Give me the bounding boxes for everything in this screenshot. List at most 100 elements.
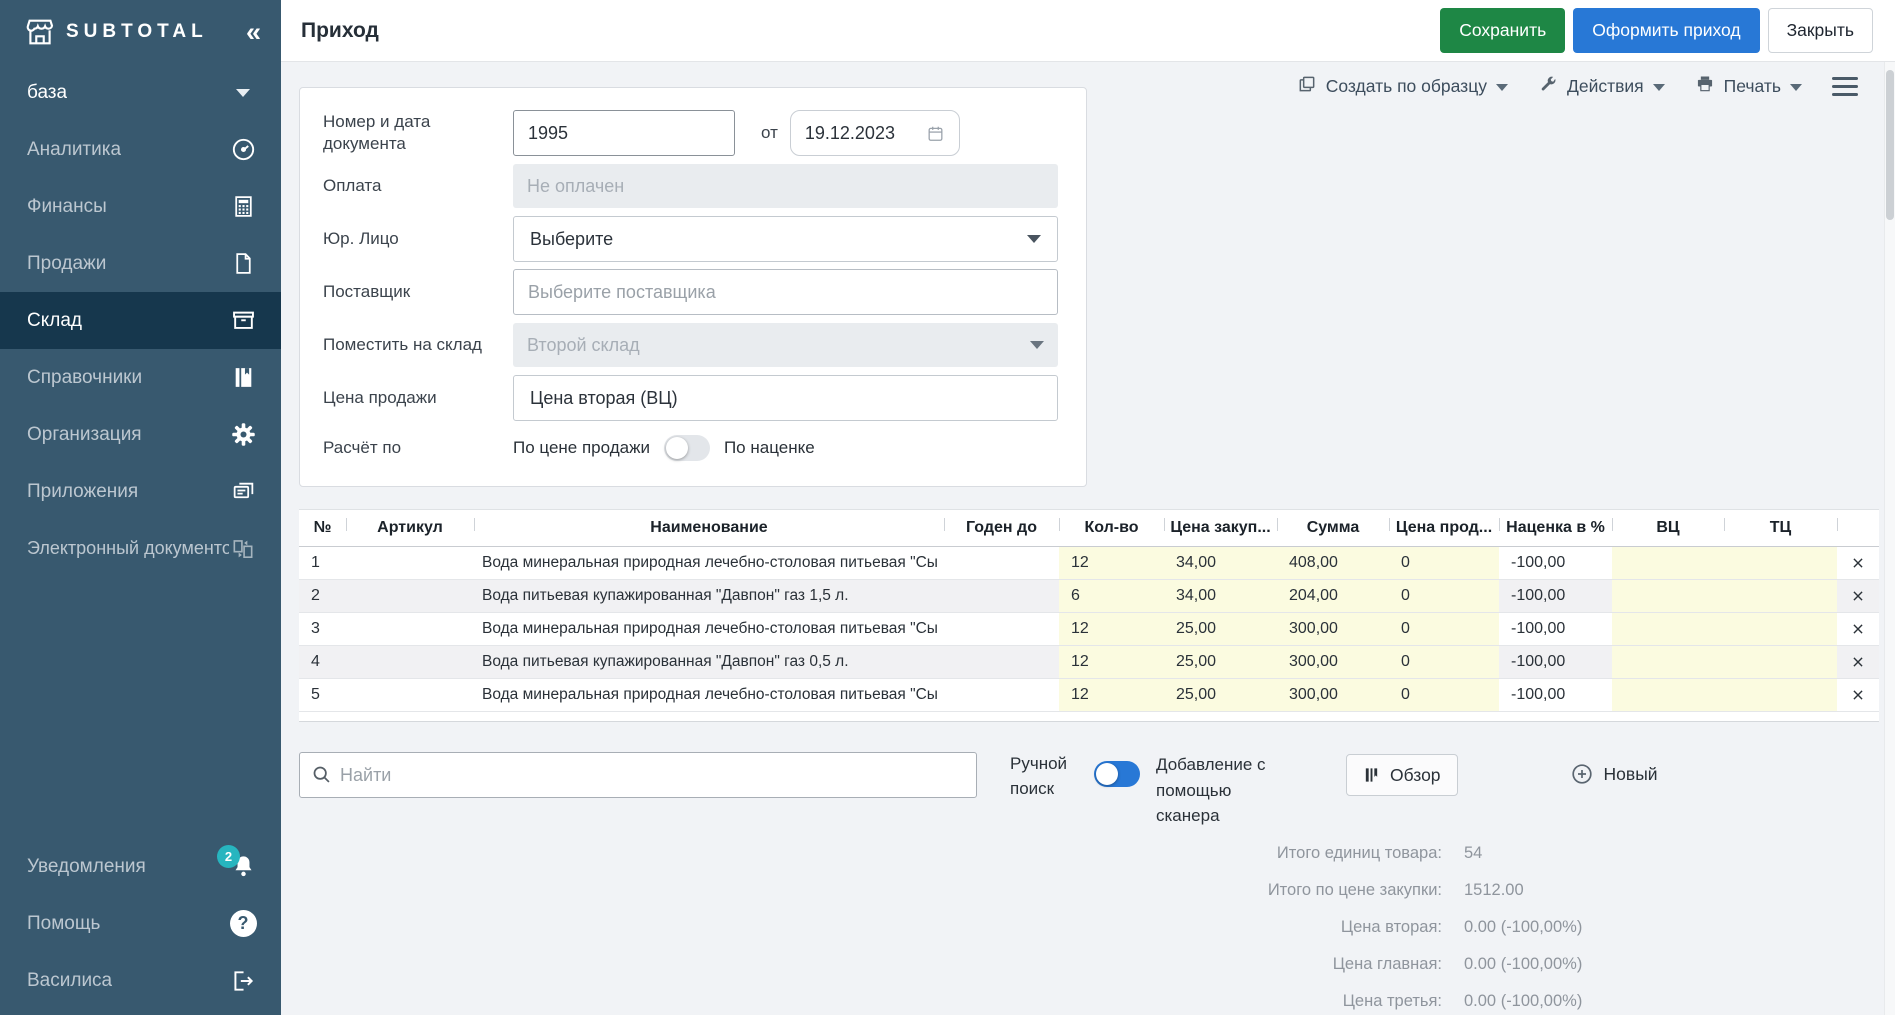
vc-cell[interactable] [1612,679,1724,712]
payment-status-field: Не оплачен [513,164,1058,208]
delete-row-button[interactable] [1845,618,1871,640]
col-qty: Кол-во [1059,510,1164,547]
browse-button[interactable]: Обзор [1346,754,1458,796]
sidebar-collapse-icon[interactable]: « [246,19,261,46]
markup-cell: -100,00 [1499,580,1612,613]
actions-button[interactable]: Действия [1538,74,1665,99]
sidebar-item-spravochniki[interactable]: Справочники [0,349,281,406]
sale-price-cell[interactable]: 0 [1389,580,1499,613]
supplier-input[interactable] [513,269,1058,315]
doc-number-input[interactable] [513,110,735,156]
markup-cell: -100,00 [1499,547,1612,580]
barcode-icon [1363,766,1380,784]
toolbar: Создать по образцу Действия [1297,74,1858,99]
new-item-button[interactable]: Новый [1570,762,1658,786]
col-markup: Наценка в % [1499,510,1612,547]
close-button[interactable]: Закрыть [1768,8,1873,53]
col-delete [1837,510,1879,547]
sum-cell[interactable]: 408,00 [1277,547,1389,580]
sidebar-item-organizatsiya[interactable]: Организация [0,406,281,463]
scanner-add-label: Добавление с помощью сканера [1156,752,1290,829]
sidebar-item-prilozheniya[interactable]: Приложения [0,463,281,520]
warehouse-select: Второй склад [513,323,1058,367]
sale-price-cell[interactable]: 0 [1389,613,1499,646]
purchase-price-cell[interactable]: 34,00 [1164,547,1277,580]
doc-date-input[interactable]: 19.12.2023 [790,110,960,156]
price-main-row: Цена главная: 0.00 (-100,00%) [1114,946,1634,983]
qty-cell[interactable]: 12 [1059,646,1164,679]
sum-cell[interactable]: 300,00 [1277,646,1389,679]
total-purchase-row: Итого по цене закупки: 1512.00 [1114,872,1634,909]
sidebar-item-baza[interactable]: база [0,64,281,121]
vc-cell[interactable] [1612,646,1724,679]
delete-row-button[interactable] [1845,684,1871,706]
vc-cell[interactable] [1612,547,1724,580]
tc-cell[interactable] [1724,613,1837,646]
content: Создать по образцу Действия [281,62,1884,1015]
scrollbar-thumb[interactable] [1886,70,1894,220]
sale-price-label: Цена продажи [323,387,513,409]
qty-cell[interactable]: 12 [1059,679,1164,712]
delete-row-button[interactable] [1845,585,1871,607]
vc-cell[interactable] [1612,580,1724,613]
tc-cell[interactable] [1724,580,1837,613]
sale-price-select[interactable]: Цена вторая (ВЦ) [513,375,1058,421]
tc-cell[interactable] [1724,679,1837,712]
create-from-template-button[interactable]: Создать по образцу [1297,74,1508,99]
print-button[interactable]: Печать [1695,74,1802,99]
qty-cell[interactable]: 6 [1059,580,1164,613]
sidebar-item-uvedomleniya[interactable]: Уведомления 2 [0,838,281,895]
sidebar-item-finansy[interactable]: Финансы [0,178,281,235]
markup-cell: -100,00 [1499,613,1612,646]
sidebar-item-prodazhi[interactable]: Продажи [0,235,281,292]
purchase-price-cell[interactable]: 25,00 [1164,679,1277,712]
delete-row-button[interactable] [1845,552,1871,574]
warehouse-label: Поместить на склад [323,334,513,356]
delete-row-button[interactable] [1845,651,1871,673]
sidebar-item-analitika[interactable]: Аналитика [0,121,281,178]
chevron-down-icon [1653,84,1665,91]
tc-cell[interactable] [1724,646,1837,679]
purchase-price-cell[interactable]: 25,00 [1164,646,1277,679]
legal-entity-label: Юр. Лицо [323,228,513,250]
legal-entity-select[interactable]: Выберите [513,216,1058,262]
sale-price-cell[interactable]: 0 [1389,679,1499,712]
sum-cell[interactable]: 300,00 [1277,613,1389,646]
caret-down-icon [229,79,257,107]
vc-cell[interactable] [1612,613,1724,646]
gear-icon [229,421,257,449]
sum-cell[interactable]: 300,00 [1277,679,1389,712]
col-name: Наименование [474,510,944,547]
purchase-price-cell[interactable]: 34,00 [1164,580,1277,613]
save-button[interactable]: Сохранить [1440,8,1565,53]
qty-cell[interactable]: 12 [1059,613,1164,646]
sidebar-menu: база Аналитика Финансы [0,64,281,577]
price-third-row: Цена третья: 0.00 (-100,00%) [1114,983,1634,1015]
calc-option-markup[interactable]: По наценке [724,438,815,458]
submit-receipt-button[interactable]: Оформить приход [1573,8,1759,53]
col-purchase-price: Цена закуп... [1164,510,1277,547]
menu-icon[interactable] [1832,74,1858,99]
manual-search-toggle[interactable] [1094,761,1140,787]
sale-price-cell[interactable]: 0 [1389,646,1499,679]
col-num: № [299,510,346,547]
main-area: Приход Сохранить Оформить приход Закрыть… [281,0,1895,1015]
calc-mode-toggle[interactable] [664,435,710,461]
sum-cell[interactable]: 204,00 [1277,580,1389,613]
search-input[interactable] [299,752,977,798]
table-row: 2 Вода питьевая купажированная "Давпон" … [299,580,1879,613]
table-row: 5 Вода минеральная природная лечебно-сто… [299,679,1879,712]
col-sum: Сумма [1277,510,1389,547]
sidebar-item-pomoshch[interactable]: Помощь ? [0,895,281,952]
sale-price-cell[interactable]: 0 [1389,547,1499,580]
purchase-price-cell[interactable]: 25,00 [1164,613,1277,646]
sidebar-item-sklad[interactable]: Склад [0,292,281,349]
calc-option-sale-price[interactable]: По цене продажи [513,438,650,458]
qty-cell[interactable]: 12 [1059,547,1164,580]
scrollbar[interactable] [1884,62,1895,1015]
sidebar-item-edo[interactable]: Электронный документо... [0,520,281,577]
tc-cell[interactable] [1724,547,1837,580]
calculator-icon [229,193,257,221]
chevron-down-icon [1496,84,1508,91]
sidebar-item-user[interactable]: Василиса [0,952,281,1009]
